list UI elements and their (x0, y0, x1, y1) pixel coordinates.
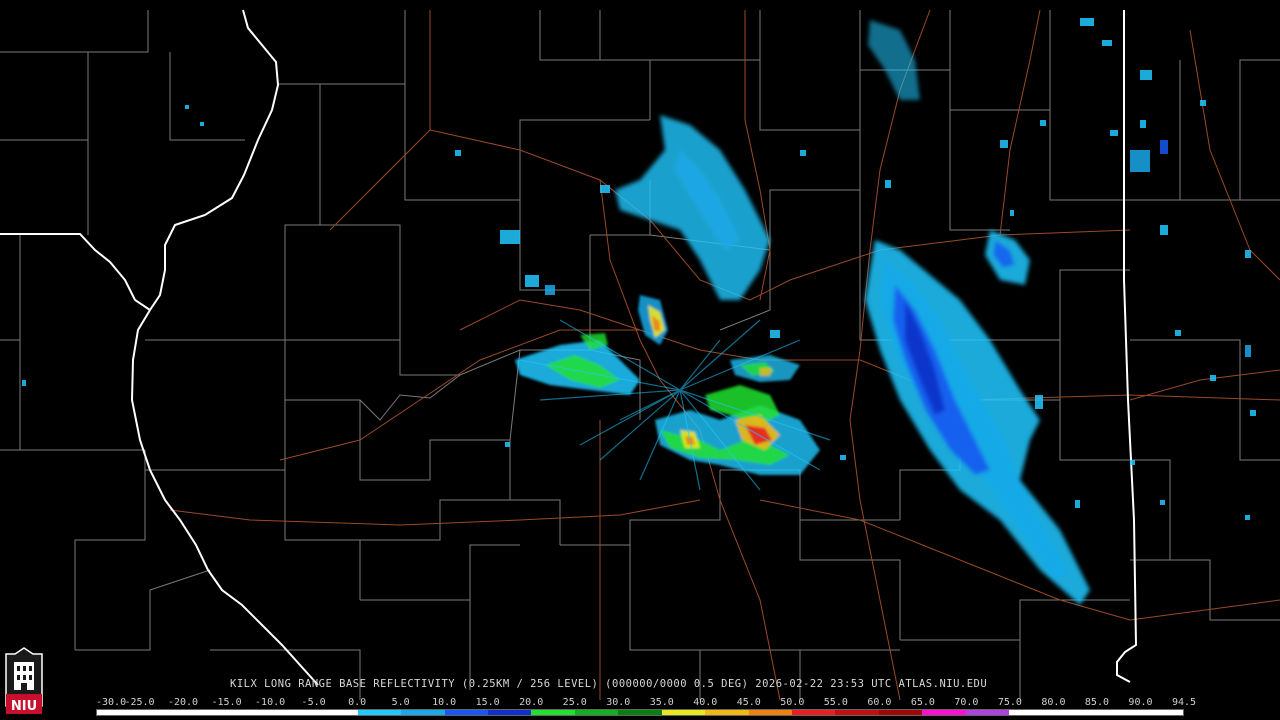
scale-tick: -10.0 (255, 697, 286, 708)
colorbar-segment (444, 710, 488, 715)
niu-logo-text: NIU (11, 699, 37, 714)
colorbar-segment (922, 710, 966, 715)
colorbar-segment (661, 710, 706, 715)
scale-tick: 94.5 (1171, 697, 1197, 708)
scale-tick: 80.0 (1041, 697, 1066, 708)
scale-tick: 55.0 (823, 697, 848, 708)
colorbar-segment (531, 710, 575, 715)
colorbar-segment (357, 710, 402, 715)
scale-tick: 45.0 (736, 697, 761, 708)
scale-tick: 5.0 (391, 697, 410, 708)
scale-tick: -15.0 (211, 697, 242, 708)
niu-logo: NIU (5, 647, 43, 714)
colorbar-segment (1009, 710, 1053, 715)
scale-tick: -30.0 (96, 697, 127, 708)
scale-tick: 50.0 (780, 697, 805, 708)
colorbar-segment (401, 710, 445, 715)
radar-echoes (22, 18, 1256, 605)
colorbar-segment (1139, 710, 1183, 715)
scale-tick: 60.0 (867, 697, 892, 708)
scale-tick: 15.0 (475, 697, 500, 708)
echo-central (515, 295, 820, 475)
colorbar-segment (574, 710, 619, 715)
product-caption: KILX LONG RANGE BASE REFLECTIVITY (0.25K… (230, 678, 988, 690)
scale-ticks: -30.0 -25.0 -20.0 -15.0 -10.0 -5.0 0.0 5.0 10.0 1… (96, 697, 1196, 709)
scale-tick: 65.0 (910, 697, 935, 708)
highways (169, 9, 1280, 701)
colorbar-segment (792, 710, 836, 715)
colorbar-segment (227, 710, 271, 715)
reflectivity-colorbar (96, 709, 1184, 716)
colorbar-segment (97, 710, 141, 715)
scale-tick: -20.0 (167, 697, 199, 708)
scale-tick: 20.0 (519, 697, 544, 708)
scale-tick: 90.0 (1128, 697, 1153, 708)
scale-tick: -25.0 (124, 697, 155, 708)
scale-tick: 25.0 (562, 697, 587, 708)
scale-tick: 10.0 (432, 697, 457, 708)
county-boundaries (0, 10, 1280, 700)
colorbar-segment (487, 710, 532, 715)
scale-tick: 40.0 (693, 697, 718, 708)
echo-band-east (865, 230, 1090, 605)
colorbar-segment (705, 710, 749, 715)
colorbar-segment (835, 710, 879, 715)
scale-tick: 30.0 (606, 697, 631, 708)
colorbar-segment (270, 710, 315, 715)
scattered-cells (22, 18, 1256, 520)
colorbar-segment (183, 710, 228, 715)
scale-tick: 85.0 (1084, 697, 1109, 708)
colorbar-segment (878, 710, 923, 715)
scale-tick: -5.0 (301, 697, 326, 708)
colorbar-segment (140, 710, 184, 715)
scale-tick: 0.0 (348, 697, 367, 708)
colorbar-segment (1096, 710, 1140, 715)
colorbar-segment (618, 710, 662, 715)
colorbar-segment (965, 710, 1010, 715)
colorbar-segment (1052, 710, 1097, 715)
scale-tick: 75.0 (997, 697, 1022, 708)
radar-map (0, 9, 1280, 701)
scale-tick: 35.0 (649, 697, 674, 708)
colorbar-segment (314, 710, 358, 715)
scale-tick: 70.0 (954, 697, 979, 708)
colorbar-segment (748, 710, 792, 715)
